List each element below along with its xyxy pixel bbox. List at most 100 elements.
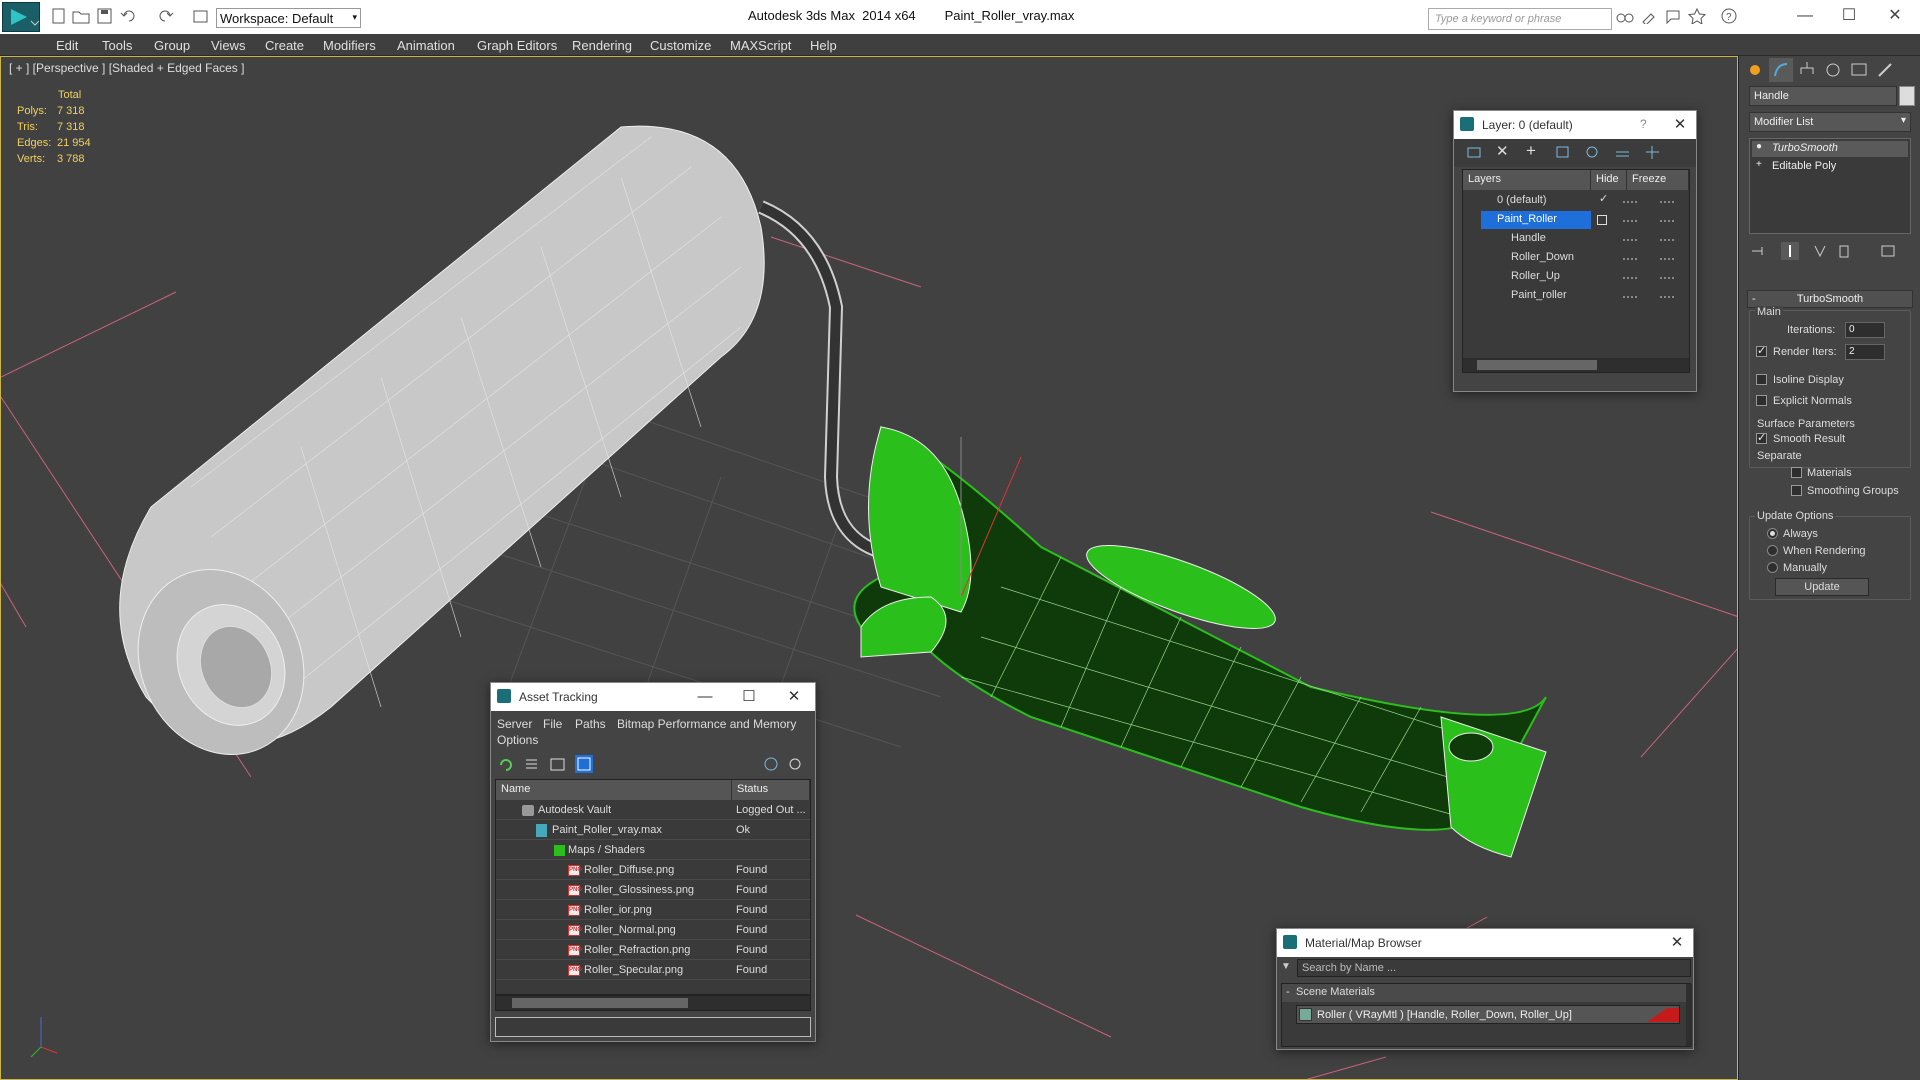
scrollbar-thumb[interactable]: [1477, 360, 1597, 370]
add-to-layer-icon[interactable]: +: [1526, 141, 1544, 160]
new-file-icon[interactable]: [50, 8, 68, 24]
menu-maxscript[interactable]: MAXScript: [730, 38, 791, 53]
layer-row[interactable]: Paint_Roller: [1463, 211, 1689, 229]
layer-row[interactable]: Paint_roller: [1463, 287, 1689, 305]
menu-tools[interactable]: Tools: [102, 38, 132, 53]
col-freeze[interactable]: Freeze: [1627, 170, 1689, 190]
manually-radio[interactable]: [1767, 562, 1778, 573]
hide-toggle[interactable]: [1623, 201, 1637, 203]
hide-toggle[interactable]: [1623, 220, 1637, 222]
help-icon[interactable]: [763, 756, 781, 774]
remove-modifier-icon[interactable]: [1835, 242, 1853, 260]
layer-row[interactable]: Handle: [1463, 230, 1689, 248]
hide-toggle[interactable]: [1623, 258, 1637, 260]
menu-graph-editors[interactable]: Graph Editors: [477, 38, 557, 53]
save-file-icon[interactable]: [96, 8, 114, 24]
menu-views[interactable]: Views: [211, 38, 245, 53]
table-row[interactable]: PNG Roller_Refraction.png Found: [496, 941, 810, 960]
maximize-icon[interactable]: ☐: [739, 687, 759, 707]
hide-toggle[interactable]: [1623, 277, 1637, 279]
table-row[interactable]: PNG Roller_ior.png Found: [496, 901, 810, 920]
freeze-all-icon[interactable]: [1644, 144, 1662, 162]
explicit-normals-checkbox[interactable]: [1756, 395, 1767, 406]
table-row[interactable]: PNG Roller_Diffuse.png Found: [496, 861, 810, 880]
menu-paths[interactable]: Paths: [575, 717, 606, 731]
display-tab-icon[interactable]: [1847, 58, 1871, 82]
freeze-toggle[interactable]: [1660, 258, 1674, 260]
modify-tab-icon[interactable]: [1769, 58, 1793, 82]
render-iters-checkbox[interactable]: [1756, 344, 1767, 357]
iterations-spinner[interactable]: 0: [1845, 322, 1885, 338]
current-layer-icon[interactable]: [1597, 215, 1607, 225]
menu-bitmap-performance[interactable]: Bitmap Performance and Memory: [617, 717, 796, 731]
object-name-field[interactable]: Handle: [1749, 86, 1897, 106]
freeze-toggle[interactable]: [1660, 239, 1674, 241]
always-radio[interactable]: [1767, 528, 1778, 539]
material-item[interactable]: Roller ( VRayMtl ) [Handle, Roller_Down,…: [1296, 1005, 1680, 1024]
table-row[interactable]: Paint_Roller_vray.max Ok: [496, 821, 810, 840]
viewport-label[interactable]: [ + ] [Perspective ] [Shaded + Edged Fac…: [9, 61, 244, 75]
help-icon[interactable]: ?: [1640, 117, 1647, 131]
delete-layer-icon[interactable]: ✕: [1496, 142, 1514, 160]
stack-item-turbosmooth[interactable]: ● TurboSmooth: [1752, 141, 1908, 157]
minimize-button[interactable]: —: [1790, 4, 1820, 28]
modifier-list-dropdown[interactable]: Modifier List ▾: [1749, 112, 1911, 132]
scene-materials-header[interactable]: - Scene Materials: [1282, 984, 1686, 1002]
horizontal-scrollbar[interactable]: [1463, 358, 1689, 372]
table-row[interactable]: Autodesk Vault Logged Out ...: [496, 801, 810, 820]
menu-help[interactable]: Help: [810, 38, 837, 53]
layer-row[interactable]: 0 (default) ✓: [1463, 192, 1689, 210]
refresh-icon[interactable]: [497, 756, 515, 774]
smoothing-groups-checkbox[interactable]: [1791, 485, 1802, 496]
smooth-result-checkbox[interactable]: [1756, 431, 1767, 444]
minimize-icon[interactable]: —: [695, 687, 715, 707]
col-name[interactable]: Name: [496, 780, 732, 800]
close-icon[interactable]: ✕: [1670, 115, 1690, 135]
utilities-tab-icon[interactable]: [1873, 58, 1897, 82]
menu-server[interactable]: Server: [497, 717, 532, 731]
render-iters-spinner[interactable]: 2: [1845, 344, 1885, 360]
freeze-toggle[interactable]: [1660, 296, 1674, 298]
material-browser-titlebar[interactable]: Material/Map Browser ✕: [1277, 929, 1693, 957]
settings-icon[interactable]: [787, 756, 805, 774]
workspace-dropdown[interactable]: Workspace: Default ▾: [216, 8, 361, 28]
project-folder-icon[interactable]: [192, 8, 210, 24]
close-icon[interactable]: ✕: [784, 687, 804, 707]
undo-icon[interactable]: [120, 8, 138, 24]
expand-icon[interactable]: +: [1756, 159, 1762, 170]
menu-animation[interactable]: Animation: [397, 38, 455, 53]
table-row[interactable]: Maps / Shaders: [496, 841, 810, 860]
options-menu-icon[interactable]: ▼: [1281, 961, 1291, 972]
motion-tab-icon[interactable]: [1821, 58, 1845, 82]
lightbulb-icon[interactable]: ●: [1756, 141, 1762, 152]
layer-row[interactable]: Roller_Up: [1463, 268, 1689, 286]
stack-item-editable-poly[interactable]: + Editable Poly: [1752, 159, 1908, 175]
menu-options[interactable]: Options: [497, 733, 538, 747]
material-search-input[interactable]: Search by Name ...: [1297, 959, 1691, 977]
layer-row[interactable]: Roller_Down: [1463, 249, 1689, 267]
communication-icon[interactable]: [1664, 8, 1682, 24]
menu-modifiers[interactable]: Modifiers: [323, 38, 376, 53]
scrollbar-thumb[interactable]: [512, 998, 688, 1008]
asset-path-field[interactable]: [495, 1017, 811, 1037]
table-row[interactable]: PNG Roller_Specular.png Found: [496, 961, 810, 980]
close-icon[interactable]: ✕: [1667, 933, 1687, 953]
isoline-display-checkbox[interactable]: [1756, 374, 1767, 385]
show-end-result-icon[interactable]: [1781, 242, 1799, 260]
hide-toggle[interactable]: [1623, 239, 1637, 241]
highlight-layer-icon[interactable]: [1584, 144, 1602, 162]
make-unique-icon[interactable]: [1811, 242, 1829, 260]
table-view-icon[interactable]: [549, 756, 567, 774]
hierarchy-tab-icon[interactable]: [1795, 58, 1819, 82]
freeze-toggle[interactable]: [1660, 220, 1674, 222]
help-icon[interactable]: ?: [1720, 8, 1738, 24]
col-hide[interactable]: Hide: [1591, 170, 1627, 190]
create-tab-icon[interactable]: [1743, 58, 1767, 82]
search-input[interactable]: Type a keyword or phrase: [1428, 8, 1612, 30]
freeze-toggle[interactable]: [1660, 201, 1674, 203]
hide-toggle[interactable]: [1623, 296, 1637, 298]
pin-stack-icon[interactable]: [1749, 242, 1767, 260]
redo-icon[interactable]: [156, 8, 174, 24]
binoculars-icon[interactable]: [1616, 8, 1634, 24]
vertical-scrollbar[interactable]: [1686, 984, 1692, 1046]
